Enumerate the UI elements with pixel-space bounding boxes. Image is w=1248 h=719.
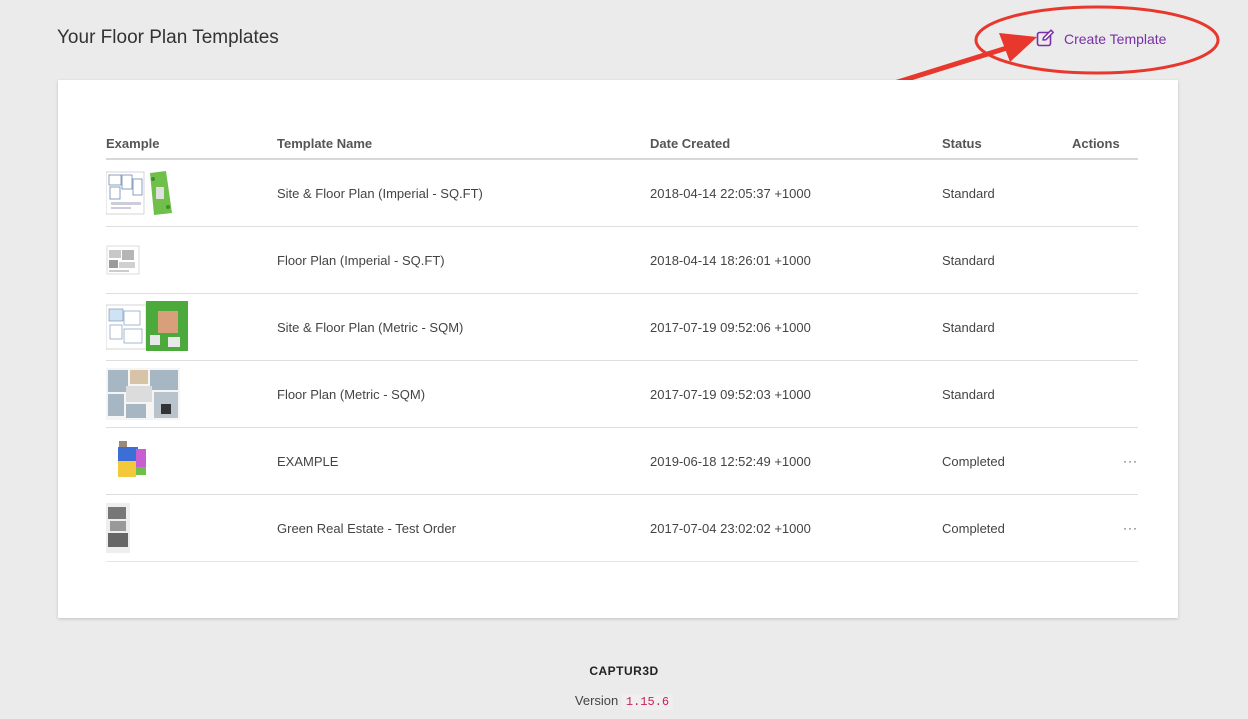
page-title: Your Floor Plan Templates: [57, 27, 279, 48]
template-name[interactable]: Green Real Estate - Test Order: [277, 494, 650, 562]
example-cell: [106, 494, 277, 562]
date-created: 2018-04-14 22:05:37 +1000: [650, 159, 942, 227]
actions-menu[interactable]: ···: [1072, 494, 1138, 562]
status: Standard: [942, 293, 1072, 361]
floor-plan-thumbnail[interactable]: [106, 439, 150, 483]
floor-plan-thumbnail[interactable]: [106, 503, 130, 553]
date-created: 2018-04-14 18:26:01 +1000: [650, 226, 942, 294]
column-header-example: Example: [106, 128, 277, 160]
templates-table: Example Template Name Date Created Statu…: [106, 128, 1138, 562]
templates-card: Example Template Name Date Created Statu…: [58, 80, 1178, 618]
create-template-button[interactable]: Create Template: [1036, 29, 1166, 48]
floor-plan-thumbnail[interactable]: [106, 301, 188, 353]
table-row[interactable]: Site & Floor Plan (Imperial - SQ.FT) 201…: [106, 159, 1138, 227]
actions-menu[interactable]: [1072, 293, 1138, 361]
version-label: Version: [574, 693, 619, 708]
create-template-label: Create Template: [1064, 30, 1167, 47]
column-header-actions: Actions: [1072, 128, 1138, 160]
column-header-status: Status: [942, 128, 1072, 160]
actions-menu[interactable]: [1072, 159, 1138, 227]
date-created: 2019-06-18 12:52:49 +1000: [650, 427, 942, 495]
table-header-row: Example Template Name Date Created Statu…: [106, 128, 1138, 160]
table-row[interactable]: Green Real Estate - Test Order 2017-07-0…: [106, 494, 1138, 562]
date-created: 2017-07-19 09:52:03 +1000: [650, 360, 942, 428]
date-created: 2017-07-04 23:02:02 +1000: [650, 494, 942, 562]
table-row[interactable]: EXAMPLE 2019-06-18 12:52:49 +1000 Comple…: [106, 427, 1138, 495]
example-cell: [106, 360, 277, 428]
version-number: 1.15.6: [621, 694, 674, 710]
floor-plan-thumbnail[interactable]: [106, 368, 180, 420]
status: Completed: [942, 494, 1072, 562]
status: Standard: [942, 226, 1072, 294]
table-row[interactable]: Floor Plan (Imperial - SQ.FT) 2018-04-14…: [106, 226, 1138, 294]
example-cell: [106, 427, 277, 495]
template-name[interactable]: Site & Floor Plan (Imperial - SQ.FT): [277, 159, 650, 227]
example-cell: [106, 293, 277, 361]
example-cell: [106, 159, 277, 227]
status: Standard: [942, 360, 1072, 428]
template-name[interactable]: EXAMPLE: [277, 427, 650, 495]
table-row[interactable]: Site & Floor Plan (Metric - SQM) 2017-07…: [106, 293, 1138, 361]
floor-plan-thumbnail[interactable]: [106, 169, 174, 217]
column-header-template-name: Template Name: [277, 128, 650, 160]
actions-menu[interactable]: [1072, 360, 1138, 428]
footer-brand: CAPTUR3D: [589, 664, 659, 678]
column-header-date-created: Date Created: [650, 128, 942, 160]
actions-menu[interactable]: ···: [1072, 427, 1138, 495]
footer-version: Version 1.15.6: [0, 693, 1248, 710]
template-name[interactable]: Floor Plan (Imperial - SQ.FT): [277, 226, 650, 294]
actions-menu[interactable]: [1072, 226, 1138, 294]
edit-icon: [1036, 29, 1055, 48]
status: Completed: [942, 427, 1072, 495]
example-cell: [106, 226, 277, 294]
status: Standard: [942, 159, 1072, 227]
table-row[interactable]: Floor Plan (Metric - SQM) 2017-07-19 09:…: [106, 360, 1138, 428]
floor-plan-thumbnail[interactable]: [106, 242, 140, 278]
date-created: 2017-07-19 09:52:06 +1000: [650, 293, 942, 361]
annotation-arrow-head: [999, 33, 1037, 62]
template-name[interactable]: Site & Floor Plan (Metric - SQM): [277, 293, 650, 361]
template-name[interactable]: Floor Plan (Metric - SQM): [277, 360, 650, 428]
